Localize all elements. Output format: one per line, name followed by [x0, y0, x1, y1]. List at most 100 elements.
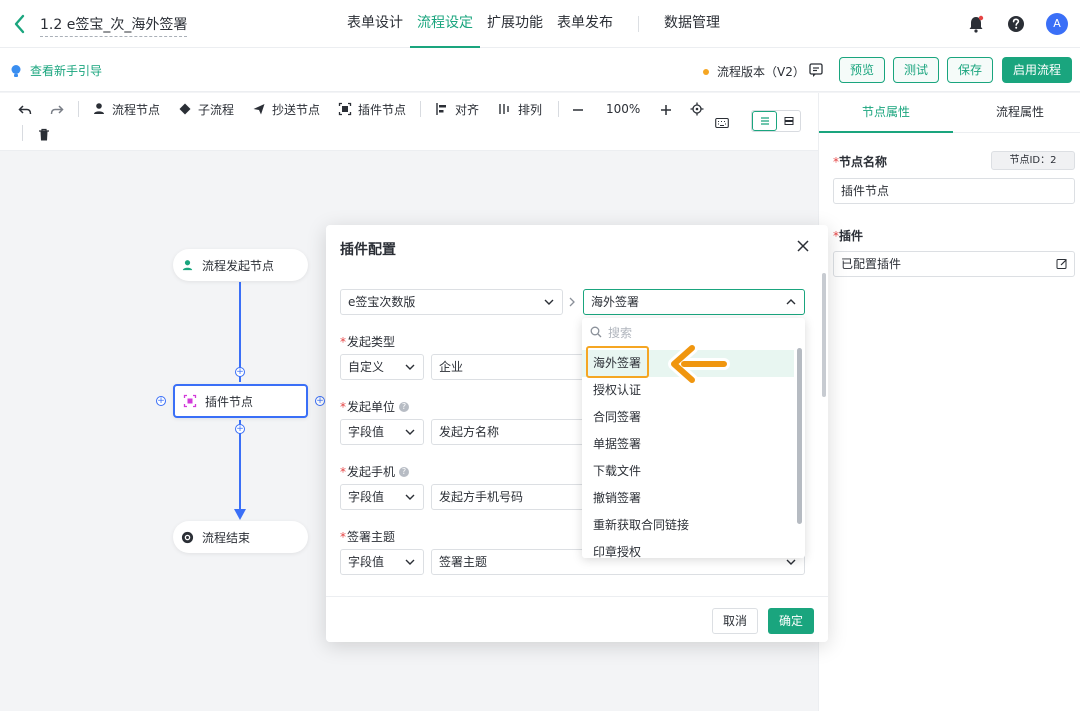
zoom-level: 100%	[606, 102, 641, 116]
dropdown-option[interactable]: 合同签署	[582, 404, 794, 431]
zoom-out-icon[interactable]	[572, 102, 584, 118]
node-name-label: *节点名称	[833, 155, 888, 169]
tab-form-design[interactable]: 表单设计	[340, 0, 410, 48]
enable-process-button[interactable]: 启用流程	[1002, 57, 1072, 83]
send-icon	[253, 104, 265, 115]
dropdown-option[interactable]: 单据签署	[582, 431, 794, 458]
confirm-button[interactable]: 确定	[768, 608, 814, 634]
modal-title: 插件配置	[340, 242, 396, 258]
initiate-type-label: * 发起类型	[340, 334, 396, 350]
search-icon	[590, 326, 602, 338]
plugin-config-field[interactable]: 已配置插件	[833, 251, 1075, 277]
avatar[interactable]: A	[1046, 13, 1068, 35]
sub-bar: 查看新手引导 流程版本（V2） 预览 测试 保存 启用流程	[0, 48, 1080, 92]
dropdown-scrollbar[interactable]	[797, 348, 802, 524]
save-button[interactable]: 保存	[947, 57, 993, 83]
initiate-phone-label: * 发起手机?	[340, 463, 410, 480]
preview-button[interactable]: 预览	[839, 57, 885, 83]
toolbar-divider	[78, 101, 79, 117]
add-node-plus-icon[interactable]: +	[315, 396, 325, 406]
top-bar: 1.2 e签宝_次_海外签署 表单设计 流程设定 扩展功能 表单发布 数据管理 …	[0, 0, 1080, 48]
back-chevron-icon[interactable]	[10, 12, 30, 36]
edit-icon[interactable]	[1056, 258, 1068, 270]
add-plugin-node-button[interactable]: 插件节点	[338, 101, 406, 117]
toolbar-divider	[22, 125, 23, 141]
plugin-icon	[183, 394, 197, 408]
add-node-plus-icon[interactable]: +	[156, 396, 166, 406]
chevron-down-icon	[786, 559, 796, 565]
node-name-input[interactable]: 插件节点	[833, 178, 1075, 204]
chevron-down-icon	[405, 429, 415, 435]
trash-icon[interactable]	[38, 127, 50, 143]
zoom-in-icon[interactable]	[660, 102, 672, 118]
chevron-down-icon	[544, 299, 554, 305]
version-status-dot	[703, 68, 709, 75]
modal-scrollbar[interactable]	[822, 273, 826, 397]
version-label: 流程版本（V2）	[717, 65, 805, 79]
plugin-node[interactable]: 插件节点	[173, 384, 308, 418]
comment-icon[interactable]	[808, 62, 824, 78]
node-id-badge: 节点ID：2	[991, 151, 1075, 170]
lightbulb-icon	[11, 64, 21, 77]
start-node[interactable]: 流程发起节点	[173, 249, 308, 281]
tab-data-management[interactable]: 数据管理	[657, 0, 727, 48]
initiate-phone-mode-select[interactable]: 字段值	[340, 484, 424, 510]
add-process-node-button[interactable]: 流程节点	[92, 101, 160, 117]
chevron-right-icon	[569, 297, 575, 307]
list-icon	[760, 117, 769, 125]
properties-panel: 节点属性 流程属性 *节点名称 节点ID：2 插件节点 *插件 已配置插件	[818, 93, 1080, 711]
dropdown-option[interactable]: 印章授权	[582, 539, 794, 558]
view-toggle[interactable]	[751, 110, 801, 132]
locate-icon[interactable]	[690, 101, 704, 117]
action-select[interactable]: 海外签署	[583, 289, 805, 315]
plugin-select[interactable]: e签宝次数版	[340, 289, 563, 315]
test-button[interactable]: 测试	[893, 57, 939, 83]
initiate-unit-mode-select[interactable]: 字段值	[340, 419, 424, 445]
cancel-button[interactable]: 取消	[712, 608, 758, 634]
tab-extensions[interactable]: 扩展功能	[480, 0, 550, 48]
annotation-highlight-box	[586, 346, 649, 378]
card-view-option[interactable]	[777, 111, 800, 131]
redo-icon[interactable]	[50, 102, 64, 118]
help-icon[interactable]: ?	[399, 466, 410, 477]
guide-link[interactable]: 查看新手引导	[10, 62, 102, 79]
help-icon[interactable]: ?	[399, 401, 410, 412]
chevron-down-icon	[405, 559, 415, 565]
list-view-option[interactable]	[752, 111, 777, 131]
dropdown-option[interactable]: 重新获取合同链接	[582, 512, 794, 539]
arrange-button[interactable]: 排列	[498, 101, 542, 117]
dropdown-option[interactable]: 撤销签署	[582, 485, 794, 512]
add-sub-process-button[interactable]: 子流程	[178, 101, 234, 117]
tab-node-properties[interactable]: 节点属性	[819, 93, 953, 133]
tab-divider	[638, 16, 639, 32]
bell-icon[interactable]	[966, 14, 986, 34]
tab-process-settings[interactable]: 流程设定	[410, 0, 480, 48]
arrange-icon	[499, 104, 509, 114]
sign-subject-label: * 签署主题	[340, 529, 396, 545]
app-title[interactable]: 1.2 e签宝_次_海外签署	[40, 14, 188, 37]
align-button[interactable]: 对齐	[435, 101, 479, 117]
add-node-plus-icon[interactable]: +	[235, 424, 245, 434]
initiate-type-mode-select[interactable]: 自定义	[340, 354, 424, 380]
end-node-label: 流程结束	[202, 530, 251, 545]
dropdown-option[interactable]: 下载文件	[582, 458, 794, 485]
arrange-label: 排列	[518, 102, 543, 117]
undo-icon[interactable]	[18, 102, 32, 118]
select-value: 发起方名称	[439, 425, 500, 439]
add-node-plus-icon[interactable]: +	[235, 367, 245, 377]
version-selector[interactable]: 流程版本（V2）	[703, 63, 805, 80]
process-node-label: 流程节点	[112, 102, 161, 117]
end-node-icon	[181, 531, 194, 543]
annotation-arrow-icon	[668, 342, 730, 386]
keyboard-icon[interactable]	[715, 115, 729, 131]
tab-form-publish[interactable]: 表单发布	[550, 0, 620, 48]
close-icon[interactable]	[796, 239, 810, 253]
modal-footer: 取消 确定	[326, 596, 828, 642]
user-node-icon	[182, 259, 193, 270]
tab-flow-properties[interactable]: 流程属性	[953, 93, 1080, 133]
sign-subject-mode-select[interactable]: 字段值	[340, 549, 424, 575]
help-icon[interactable]	[1006, 14, 1026, 34]
add-cc-node-button[interactable]: 抄送节点	[252, 101, 320, 117]
end-node[interactable]: 流程结束	[173, 521, 308, 553]
plugin-select-value: e签宝次数版	[348, 295, 416, 309]
